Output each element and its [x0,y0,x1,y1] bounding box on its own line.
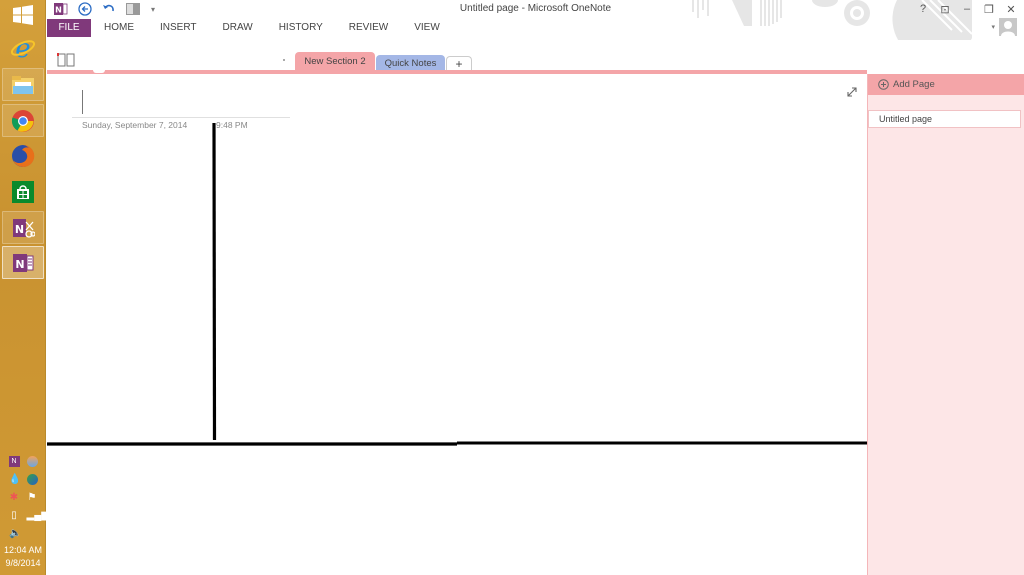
power-icon[interactable]: ▯ [9,510,20,521]
taskbar-app-firefox[interactable] [2,139,44,172]
minimize-button[interactable]: – [956,0,978,18]
text-cursor [82,90,83,114]
account-dropdown-icon: ▾ [991,24,995,31]
onenote-window: N ▾ Untitled page - Microsoft OneNote ? … [47,0,1024,575]
maximize-button[interactable]: ❐ [978,0,1000,18]
expand-arrows-icon [847,87,857,97]
undo-icon [103,4,114,12]
add-circle-icon [878,79,889,90]
page-list-pane: Add Page Untitled page [867,74,1024,575]
page-canvas[interactable]: Sunday, September 7, 2014 9:48 PM [47,74,867,575]
notebook-bar-notch [93,69,105,73]
svg-text:N: N [15,258,24,271]
onenote-tray-icon[interactable]: N [8,455,20,467]
page-time: 9:48 PM [216,120,248,130]
dock-icon [126,3,140,15]
windows-taskbar: e N N N 💧 ✱ ⚑ ▯ ▂▄▆ 🔈 12:04 AM 9/8/2014 [0,0,49,575]
system-tray: N 💧 ✱ ⚑ ▯ ▂▄▆ 🔈 [0,452,49,542]
svg-text:e: e [15,35,30,61]
tab-history[interactable]: HISTORY [266,19,336,37]
taskbar-app-file-explorer[interactable] [2,68,44,101]
back-arrow-icon [78,2,92,16]
desktop: e N N N 💧 ✱ ⚑ ▯ ▂▄▆ 🔈 12:04 AM 9/8/2014 … [0,0,1024,575]
dock-to-desktop-button[interactable] [125,2,141,16]
tool-icon[interactable]: ✱ [9,492,20,503]
update-icon[interactable] [26,473,38,485]
svg-text:N: N [55,6,62,15]
tab-insert[interactable]: INSERT [147,19,210,37]
tab-home[interactable]: HOME [91,19,147,37]
ie-icon: e [10,35,36,61]
help-button[interactable]: ? [912,0,934,18]
account-menu[interactable]: ▾ [991,18,1017,36]
action-center-flag-icon[interactable]: ⚑ [27,492,38,503]
quick-access-toolbar: N ▾ [53,1,157,17]
firefox-icon [12,144,35,167]
back-button[interactable] [77,2,93,16]
page-date: Sunday, September 7, 2014 [82,120,188,130]
add-page-label: Add Page [893,79,935,90]
clock-date: 9/8/2014 [5,558,41,568]
notebook-bar-separator [283,59,285,61]
taskbar-clock[interactable]: 12:04 AM 9/8/2014 [0,544,46,570]
window-controls: ? ⊡ – ❐ ✕ [912,0,1022,18]
ink-stroke-vertical [212,122,217,441]
folder-icon [12,75,34,94]
ink-drawing [47,122,867,446]
taskbar-app-onenote[interactable]: N [2,246,44,279]
add-page-button[interactable]: Add Page [868,74,1024,95]
ribbon-display-options-button[interactable]: ⊡ [934,0,956,18]
signal-icon[interactable]: ▂▄▆ [27,510,49,521]
onenote-logo-icon: N [54,3,68,15]
title-bar: N ▾ Untitled page - Microsoft OneNote ? … [47,0,1024,18]
notebook-icon [57,53,75,67]
tab-review[interactable]: REVIEW [336,19,401,37]
onenote-clipper-icon: N [13,218,35,238]
water-drop-icon[interactable]: 💧 [9,474,21,485]
close-button[interactable]: ✕ [1000,0,1022,18]
network-globe-icon[interactable] [26,455,38,467]
onenote-app-button[interactable]: N [53,2,69,16]
notebook-bar: New Section 2 Quick Notes + ▾ [47,44,1024,112]
clock-time: 12:04 AM [3,545,43,555]
page-title-input[interactable] [83,90,283,114]
page-title-underline [72,117,290,118]
chrome-icon [11,109,34,132]
svg-text:N: N [15,223,24,236]
customize-qat-button[interactable]: ▾ [149,2,157,16]
start-button[interactable] [13,5,33,25]
avatar [999,18,1017,36]
store-icon [12,180,34,203]
tab-file[interactable]: FILE [47,19,91,37]
user-silhouette-icon [1001,21,1015,36]
window-title: Untitled page - Microsoft OneNote [459,3,612,14]
full-page-view-button[interactable] [847,84,857,97]
windows-logo-icon [13,5,33,25]
tab-view[interactable]: VIEW [401,19,453,37]
taskbar-app-internet-explorer[interactable]: e [2,31,44,64]
taskbar-app-onenote-clipper[interactable]: N [2,211,44,244]
onenote-icon: N [13,253,34,272]
tab-draw[interactable]: DRAW [210,19,266,37]
notebook-pane-toggle[interactable] [57,53,75,67]
ribbon-tabs: FILE HOME INSERT DRAW HISTORY REVIEW VIE… [47,19,453,37]
taskbar-app-windows-store[interactable] [2,175,44,208]
taskbar-app-chrome[interactable] [2,104,44,137]
page-list-item[interactable]: Untitled page [868,110,1021,128]
undo-button[interactable] [101,2,117,16]
volume-icon[interactable]: 🔈 [9,528,21,539]
